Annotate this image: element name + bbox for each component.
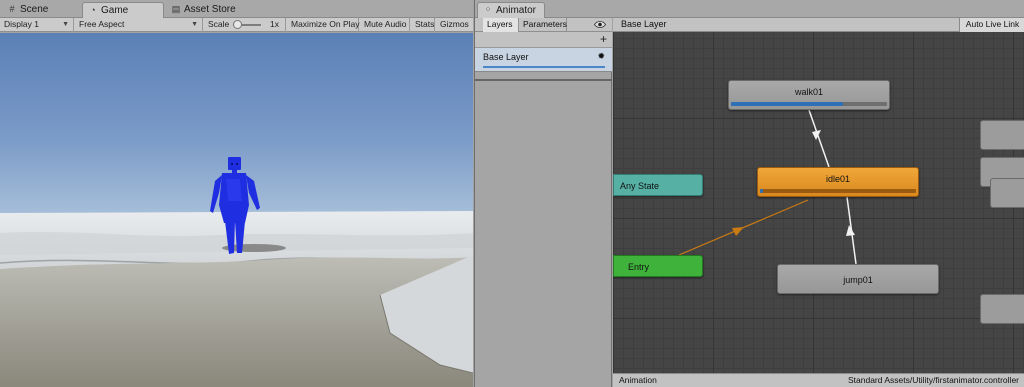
animator-pane: ⁘ Animator Layers Parameters + Base Laye… (474, 0, 1024, 387)
tab-parameters[interactable]: Parameters (519, 18, 567, 32)
gear-icon[interactable]: ✹ (597, 51, 605, 62)
state-node-offscreen[interactable] (990, 178, 1024, 208)
layers-divider (475, 79, 612, 81)
scale-label: Scale (208, 19, 230, 29)
state-label: Entry (628, 262, 650, 272)
display-dropdown[interactable]: Display 1 ▼ (0, 18, 74, 32)
aspect-dropdown[interactable]: Free Aspect ▼ (75, 18, 203, 32)
game-view-pane: # Scene ◔ Game ▤ Asset Store Display 1 ▼… (0, 0, 473, 387)
aspect-value: Free Aspect (79, 19, 125, 29)
state-node-entry[interactable]: Entry (613, 255, 703, 277)
eye-icon[interactable] (594, 20, 606, 29)
state-progress (731, 102, 844, 106)
tab-game-label: Game (101, 5, 129, 16)
tab-animator-label: Animator (496, 5, 537, 16)
controller-path: Standard Assets/Utility/firstanimator.co… (847, 375, 1019, 385)
tab-asset-store[interactable]: ▤ Asset Store (166, 2, 254, 18)
transition-arrow (732, 227, 744, 236)
graph-footer: Animation Standard Assets/Utility/firsta… (613, 373, 1024, 387)
state-node-jump[interactable]: jump01 (777, 264, 939, 294)
scale-slider[interactable]: Scale 1x (204, 18, 286, 32)
pacman-icon: ◔ (90, 5, 96, 15)
transition-lines (678, 109, 857, 265)
game-scene-render (0, 157, 473, 387)
store-icon: ▤ (171, 4, 181, 14)
state-node-walk[interactable]: walk01 (728, 80, 890, 110)
layer-item-base[interactable]: Base Layer ✹ (475, 48, 612, 72)
graph-header: Base Layer Auto Live Link (613, 18, 1024, 32)
chevron-down-icon: ▼ (62, 21, 69, 28)
scale-knob[interactable] (233, 20, 242, 29)
layers-panel: Layers Parameters + Base Layer ✹ (475, 18, 612, 387)
animator-tab-bar: ⁘ Animator (475, 0, 1024, 18)
state-node-offscreen[interactable] (980, 294, 1024, 324)
layers-panel-tabs: Layers Parameters (475, 18, 612, 32)
display-value: Display 1 (4, 19, 39, 29)
game-viewport[interactable] (0, 33, 473, 387)
tab-scene-label: Scene (20, 4, 49, 15)
state-label: Any State (620, 181, 660, 191)
tab-asset-store-label: Asset Store (184, 4, 236, 15)
stats-toggle[interactable]: Stats (411, 18, 435, 32)
hash-icon: # (9, 4, 15, 14)
state-node-offscreen[interactable] (980, 120, 1024, 150)
footer-section-label: Animation (619, 375, 657, 385)
auto-live-link-toggle[interactable]: Auto Live Link (959, 18, 1024, 32)
layers-toolbar: + (475, 32, 612, 48)
tab-animator[interactable]: ⁘ Animator (477, 2, 545, 18)
state-progress-track (760, 189, 916, 193)
gizmos-dropdown[interactable]: Gizmos (436, 18, 473, 32)
chevron-down-icon: ▼ (191, 21, 198, 28)
breadcrumb[interactable]: Base Layer (621, 18, 667, 31)
layer-weight-bar (483, 66, 605, 68)
add-layer-button[interactable]: + (600, 32, 607, 47)
state-label: walk01 (794, 87, 823, 97)
state-label: idle01 (825, 174, 851, 184)
state-node-idle-default[interactable]: idle01 (757, 167, 919, 197)
transition-walk-idle (808, 109, 830, 168)
maximize-on-play-toggle[interactable]: Maximize On Play (287, 18, 360, 32)
tab-game[interactable]: ◔ Game (82, 2, 164, 18)
state-machine-graph[interactable]: Base Layer Auto Live Link walk01 idle01 … (613, 18, 1024, 387)
state-label: jump01 (843, 275, 873, 285)
animator-icon: ⁘ (484, 5, 492, 14)
tab-layers[interactable]: Layers (483, 18, 519, 32)
layer-name: Base Layer (483, 52, 529, 62)
mute-audio-toggle[interactable]: Mute Audio (360, 18, 410, 32)
scale-value: 1x (270, 19, 279, 29)
state-progress (760, 189, 764, 193)
tab-scene[interactable]: # Scene (2, 2, 68, 18)
state-node-any-state[interactable]: Any State (613, 174, 703, 196)
game-toolbar: Display 1 ▼ Free Aspect ▼ Scale 1x Maxim… (0, 18, 473, 32)
left-tab-bar: # Scene ◔ Game ▤ Asset Store (0, 0, 473, 18)
